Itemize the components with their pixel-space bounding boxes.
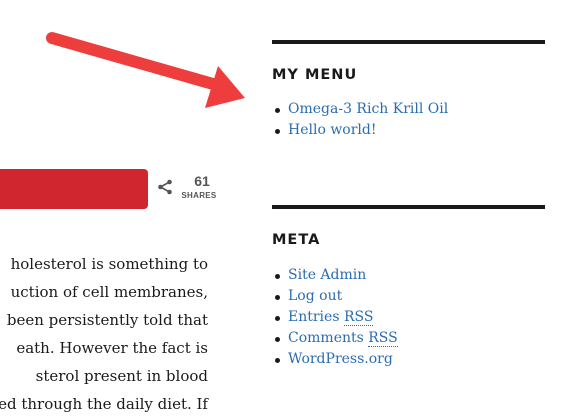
my-menu-widget: MY MENU Omega-3 Rich Krill Oil Hello wor… — [272, 40, 545, 141]
article-line: uction of cell membranes, — [10, 283, 208, 301]
my-menu-title: MY MENU — [272, 67, 358, 83]
widget-divider — [272, 205, 545, 209]
article-line: holesterol is something to — [10, 255, 208, 273]
menu-link-krill-oil[interactable]: Omega-3 Rich Krill Oil — [288, 101, 448, 117]
meta-link-wordpress-org[interactable]: WordPress.org — [288, 351, 393, 367]
share-counter: 61 SHARES — [157, 172, 227, 204]
entries-label: Entries — [288, 309, 344, 325]
share-count-label: SHARES — [181, 191, 217, 200]
rss-abbr: RSS — [343, 309, 374, 326]
share-icon[interactable] — [157, 179, 173, 195]
menu-link-hello-world[interactable]: Hello world! — [288, 122, 377, 138]
meta-link-site-admin[interactable]: Site Admin — [288, 267, 366, 283]
article-line: ed through the daily diet. If — [0, 395, 208, 413]
meta-link-comments-rss[interactable]: Comments RSS — [288, 330, 398, 347]
article-line: been persistently told that — [6, 311, 208, 329]
meta-item-entries-rss: Entries RSS — [272, 307, 545, 328]
arrow-annotation — [46, 32, 245, 108]
meta-link-log-out[interactable]: Log out — [288, 288, 342, 304]
menu-item-hello-world: Hello world! — [272, 120, 545, 141]
meta-list: Site Admin Log out Entries RSS Comments … — [272, 265, 545, 370]
meta-item-log-out: Log out — [272, 286, 545, 307]
meta-item-comments-rss: Comments RSS — [272, 328, 545, 349]
share-count: 61 — [194, 173, 210, 189]
article-line: sterol present in blood — [35, 367, 208, 385]
meta-item-site-admin: Site Admin — [272, 265, 545, 286]
rss-abbr: RSS — [368, 330, 398, 347]
meta-widget: META Site Admin Log out Entries RSS Comm… — [272, 205, 545, 370]
article-line: eath. However the fact is — [16, 339, 208, 357]
share-button-bar[interactable] — [0, 169, 148, 209]
meta-title: META — [272, 232, 321, 248]
widget-divider — [272, 40, 545, 44]
my-menu-list: Omega-3 Rich Krill Oil Hello world! — [272, 99, 545, 141]
meta-item-wordpress-org: WordPress.org — [272, 349, 545, 370]
comments-label: Comments — [288, 330, 369, 346]
meta-link-entries-rss[interactable]: Entries RSS — [288, 309, 374, 326]
article-body: holesterol is something to uction of cel… — [0, 250, 208, 418]
menu-item-krill-oil: Omega-3 Rich Krill Oil — [272, 99, 545, 120]
